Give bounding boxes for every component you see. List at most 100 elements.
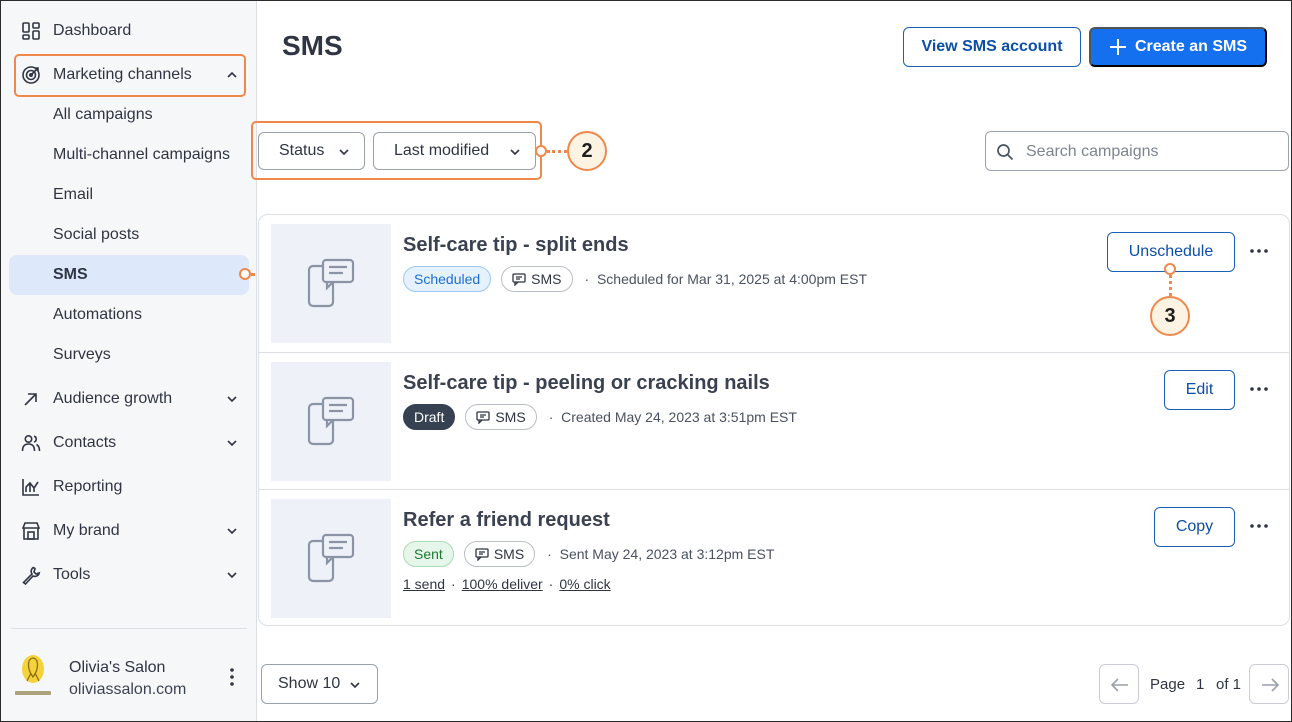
message-icon <box>476 411 490 424</box>
page-size-dropdown[interactable]: Show 10 <box>261 664 378 704</box>
sidebar-item-label: Tools <box>53 566 91 583</box>
sidebar-item-dashboard[interactable]: Dashboard <box>9 11 249 51</box>
people-icon <box>21 434 41 452</box>
sidebar-subitem-label: Social posts <box>53 226 140 243</box>
sidebar-subitem-multi-channel-campaigns[interactable]: Multi-channel campaigns <box>9 135 249 175</box>
campaign-date: Sent May 24, 2023 at 3:12pm EST <box>559 546 775 562</box>
account-switcher[interactable]: Olivia's Salon oliviassalon.com <box>13 651 249 707</box>
type-label: SMS <box>495 409 526 425</box>
callout-dot <box>1164 263 1176 275</box>
sidebar-item-reporting[interactable]: Reporting <box>9 467 249 507</box>
more-options-icon[interactable] <box>1249 518 1269 534</box>
search-input[interactable] <box>1026 140 1276 164</box>
campaign-row[interactable]: Self-care tip - split ends Scheduled SMS… <box>259 215 1289 352</box>
type-label: SMS <box>531 271 562 287</box>
search-box[interactable] <box>985 131 1289 171</box>
sidebar-subitem-surveys[interactable]: Surveys <box>9 335 249 375</box>
callout-dot <box>239 268 251 280</box>
brand-logo <box>15 655 51 695</box>
campaign-row[interactable]: Self-care tip - peeling or cracking nail… <box>259 352 1289 489</box>
edit-button[interactable]: Edit <box>1164 370 1235 410</box>
campaign-meta: Draft SMS · Created May 24, 2023 at 3:51… <box>403 403 797 431</box>
campaign-meta-text: · Created May 24, 2023 at 3:51pm EST <box>548 409 797 425</box>
highlight-box-marketing-channels <box>14 54 246 97</box>
type-badge: SMS <box>501 266 573 292</box>
plus-icon <box>1109 39 1126 55</box>
status-filter-dropdown[interactable]: Status <box>258 132 365 170</box>
account-name: Olivia's Salon <box>69 659 166 676</box>
sidebar-item-my-brand[interactable]: My brand <box>9 511 249 551</box>
sidebar-item-label: My brand <box>53 522 120 539</box>
page-number: 1 <box>1196 676 1205 693</box>
sidebar-item-label: Reporting <box>53 478 123 495</box>
campaign-meta: Sent SMS · Sent May 24, 2023 at 3:12pm E… <box>403 540 774 568</box>
page-label: Page <box>1150 676 1186 693</box>
dashboard-icon <box>22 22 40 40</box>
campaign-meta: Scheduled SMS · Scheduled for Mar 31, 20… <box>403 265 867 293</box>
more-options-icon[interactable] <box>1249 243 1269 259</box>
campaign-title[interactable]: Refer a friend request <box>403 509 610 532</box>
type-label: SMS <box>493 546 525 562</box>
store-icon <box>21 522 41 540</box>
sidebar-subitem-sms[interactable]: SMS <box>9 255 249 295</box>
type-badge: SMS <box>463 541 536 567</box>
sort-dropdown[interactable]: Last modified <box>373 132 536 170</box>
campaign-title[interactable]: Self-care tip - peeling or cracking nail… <box>403 372 770 395</box>
copy-button[interactable]: Copy <box>1154 507 1235 547</box>
callout-2: 2 <box>567 131 607 171</box>
sidebar-subitem-label: SMS <box>53 266 88 283</box>
sidebar-item-label: Dashboard <box>53 22 132 39</box>
campaign-row[interactable]: Refer a friend request Sent SMS · Sent M… <box>259 489 1289 626</box>
sidebar-item-tools[interactable]: Tools <box>9 555 249 595</box>
next-page-button[interactable] <box>1249 664 1289 704</box>
stat-separator: · <box>548 576 554 592</box>
page-size-label: Show 10 <box>278 675 341 692</box>
arrow-up-right-icon <box>24 393 37 406</box>
chart-icon <box>22 479 39 496</box>
previous-page-button[interactable] <box>1099 664 1139 704</box>
status-badge: Sent <box>403 541 454 567</box>
campaign-stats: 1 send · 100% deliver · 0% click <box>403 576 611 592</box>
callout-line <box>547 150 567 153</box>
campaign-thumbnail <box>271 362 391 481</box>
stat-separator: · <box>451 576 456 592</box>
arrow-left-icon <box>1110 678 1128 692</box>
stat-click-link[interactable]: 0% click <box>559 576 610 592</box>
campaign-thumbnail <box>271 499 391 618</box>
sidebar-subitem-all-campaigns[interactable]: All campaigns <box>9 95 249 135</box>
sms-message-icon <box>307 396 355 446</box>
create-sms-button[interactable]: Create an SMS <box>1089 27 1267 67</box>
campaign-date: Created May 24, 2023 at 3:51pm EST <box>561 409 797 425</box>
sidebar: Dashboard Marketing channels All campaig… <box>1 1 257 721</box>
sidebar-item-label: Audience growth <box>53 390 173 407</box>
campaign-date: Scheduled for Mar 31, 2025 at 4:00pm EST <box>596 271 868 287</box>
campaign-thumbnail <box>271 224 391 343</box>
callout-line <box>1169 275 1172 296</box>
chevron-down-icon[interactable] <box>225 436 239 450</box>
sidebar-subitem-email[interactable]: Email <box>9 175 249 215</box>
page-title: SMS <box>282 30 343 61</box>
campaign-title[interactable]: Self-care tip - split ends <box>403 234 629 257</box>
status-badge: Scheduled <box>403 266 492 292</box>
message-icon <box>475 548 489 561</box>
account-site: oliviassalon.com <box>69 681 187 698</box>
chevron-down-icon[interactable] <box>225 568 239 582</box>
sidebar-item-label: Contacts <box>53 434 117 451</box>
stat-deliver-link[interactable]: 100% deliver <box>462 576 543 592</box>
sidebar-subitem-social-posts[interactable]: Social posts <box>9 215 249 255</box>
type-badge: SMS <box>465 404 537 430</box>
sidebar-item-audience-growth[interactable]: Audience growth <box>9 379 249 419</box>
view-sms-account-button[interactable]: View SMS account <box>903 27 1081 67</box>
more-options-icon[interactable] <box>1249 381 1269 397</box>
sidebar-item-contacts[interactable]: Contacts <box>9 423 249 463</box>
stat-sends-link[interactable]: 1 send <box>403 576 445 592</box>
kebab-menu-icon[interactable] <box>225 667 239 687</box>
chevron-down-icon[interactable] <box>225 392 239 406</box>
chevron-down-icon[interactable] <box>225 524 239 538</box>
sidebar-divider <box>11 628 247 629</box>
message-icon <box>512 273 526 286</box>
campaign-meta-text: · Sent May 24, 2023 at 3:12pm EST <box>547 546 775 562</box>
status-badge: Draft <box>403 404 456 430</box>
sort-label: Last modified <box>394 142 490 159</box>
sidebar-subitem-automations[interactable]: Automations <box>9 295 249 335</box>
